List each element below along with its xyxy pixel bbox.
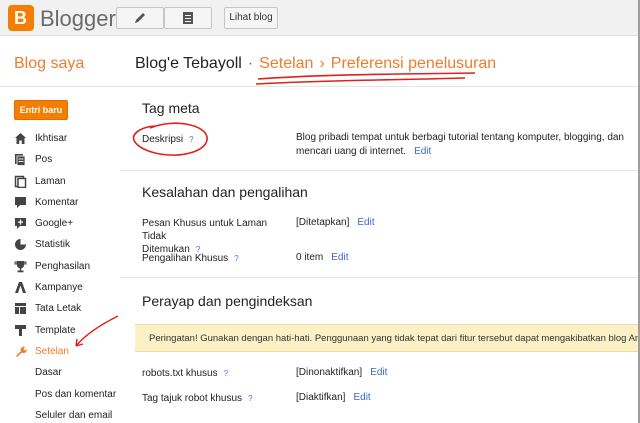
stats-icon bbox=[15, 239, 26, 251]
meta-tags-section-title: Tag meta bbox=[142, 100, 200, 116]
custom-redirect-edit-link[interactable]: Edit bbox=[331, 252, 348, 263]
google-plus-icon bbox=[15, 218, 26, 230]
brand-name: Blogger bbox=[40, 6, 116, 31]
pages-icon bbox=[14, 175, 27, 188]
custom-404-label: Pesan Khusus untuk Laman Tidak Ditemukan… bbox=[142, 218, 268, 255]
sidebar-item-label: Komentar bbox=[35, 196, 79, 208]
description-value: Blog pribadi tempat untuk berbagi tutori… bbox=[296, 132, 624, 157]
layout-icon bbox=[15, 303, 26, 315]
robot-header-tags-value: [Diaktifkan] Edit bbox=[296, 392, 371, 403]
crawlers-section-title: Perayap dan pengindeksan bbox=[142, 293, 313, 309]
sidebar-item-label: Penghasilan bbox=[35, 260, 91, 272]
sidebar-item-settings[interactable]: Setelan bbox=[14, 341, 124, 362]
sidebar-item-label: Pos bbox=[35, 154, 53, 166]
help-icon[interactable]: ? bbox=[234, 252, 238, 265]
my-blogs-link[interactable]: Blog saya bbox=[14, 55, 84, 73]
help-icon[interactable]: ? bbox=[189, 133, 193, 146]
sidebar-item-label: Setelan bbox=[35, 345, 69, 357]
template-icon bbox=[15, 324, 26, 336]
section-divider bbox=[120, 277, 640, 278]
wrench-icon bbox=[16, 346, 27, 357]
sidebar-item-google-plus[interactable]: Google+ bbox=[14, 213, 124, 234]
sidebar-item-campaigns[interactable]: Kampanye bbox=[14, 277, 124, 298]
new-post-pencil-button[interactable] bbox=[116, 7, 164, 29]
sidebar-item-label: Laman bbox=[35, 175, 66, 187]
robots-txt-label: robots.txt khusus? bbox=[142, 367, 229, 380]
sidebar-item-label: Statistik bbox=[35, 239, 71, 251]
comments-icon bbox=[15, 196, 26, 208]
document-icon bbox=[183, 12, 193, 24]
sidebar-item-label: Tata Letak bbox=[35, 303, 82, 315]
sidebar-item-posts[interactable]: Pos bbox=[14, 149, 124, 170]
sidebar-item-template[interactable]: Template bbox=[14, 320, 124, 341]
sidebar-nav: Ikhtisar Pos Laman Komentar Google+ Stat… bbox=[14, 128, 124, 423]
breadcrumb-separator: · bbox=[247, 55, 254, 72]
robot-header-tags-edit-link[interactable]: Edit bbox=[353, 392, 370, 403]
home-icon bbox=[15, 133, 26, 144]
errors-section-title: Kesalahan dan pengalihan bbox=[142, 184, 308, 200]
breadcrumb-search-preferences: Preferensi penelusuran bbox=[330, 55, 497, 72]
pencil-icon bbox=[135, 13, 145, 23]
help-icon[interactable]: ? bbox=[248, 392, 252, 405]
custom-404-value: [Ditetapkan] Edit bbox=[296, 217, 375, 228]
sidebar-subitem-mobile-email[interactable]: Seluler dan email bbox=[14, 405, 124, 423]
robots-txt-edit-link[interactable]: Edit bbox=[370, 367, 387, 378]
robots-txt-value: [Dinonaktifkan] Edit bbox=[296, 367, 388, 378]
new-post-button[interactable]: Entri baru bbox=[14, 100, 68, 120]
sidebar-item-label: Ikhtisar bbox=[35, 133, 68, 144]
sidebar-item-stats[interactable]: Statistik bbox=[14, 234, 124, 255]
annotation-underline bbox=[255, 72, 476, 85]
trophy-icon bbox=[14, 260, 27, 273]
blogger-logo-icon[interactable]: B bbox=[8, 5, 34, 31]
sidebar-item-overview[interactable]: Ikhtisar bbox=[14, 128, 124, 149]
sidebar-item-label: Kampanye bbox=[35, 282, 83, 294]
sidebar-item-earnings[interactable]: Penghasilan bbox=[14, 256, 124, 277]
sidebar-item-label: Google+ bbox=[35, 218, 74, 230]
campaigns-icon bbox=[15, 282, 26, 294]
sidebar-item-pages[interactable]: Laman bbox=[14, 171, 124, 192]
header-divider bbox=[0, 86, 640, 87]
sidebar-item-label: Template bbox=[35, 324, 76, 336]
posts-icon bbox=[15, 154, 26, 167]
custom-redirect-label: Pengalihan Khusus? bbox=[142, 252, 239, 265]
description-edit-link[interactable]: Edit bbox=[414, 146, 431, 157]
section-divider bbox=[120, 170, 640, 171]
custom-redirect-value: 0 item Edit bbox=[296, 252, 349, 263]
view-blog-button[interactable]: Lihat blog bbox=[224, 7, 278, 29]
breadcrumb-settings[interactable]: Setelan bbox=[259, 55, 313, 72]
posts-list-button[interactable] bbox=[164, 7, 212, 29]
custom-404-edit-link[interactable]: Edit bbox=[357, 217, 374, 228]
sidebar-subitem-posts-comments[interactable]: Pos dan komentar bbox=[14, 384, 124, 405]
sidebar-item-comments[interactable]: Komentar bbox=[14, 192, 124, 213]
top-bar: B Blogger Lihat blog bbox=[0, 0, 640, 36]
robot-header-tags-label: Tag tajuk robot khusus? bbox=[142, 392, 253, 405]
description-label: Deskripsi? bbox=[142, 133, 194, 146]
sidebar-item-layout[interactable]: Tata Letak bbox=[14, 298, 124, 319]
sidebar-subitem-basic[interactable]: Dasar bbox=[14, 362, 124, 383]
breadcrumb-chevron: › bbox=[319, 55, 325, 72]
breadcrumb-blog-name[interactable]: Blog'e Tebayoll bbox=[135, 55, 242, 72]
breadcrumb: Blog'e Tebayoll · Setelan › Preferensi penel… bbox=[135, 55, 496, 73]
help-icon[interactable]: ? bbox=[224, 367, 228, 380]
warning-banner: Peringatan! Gunakan dengan hati-hati. Pe… bbox=[135, 324, 640, 352]
